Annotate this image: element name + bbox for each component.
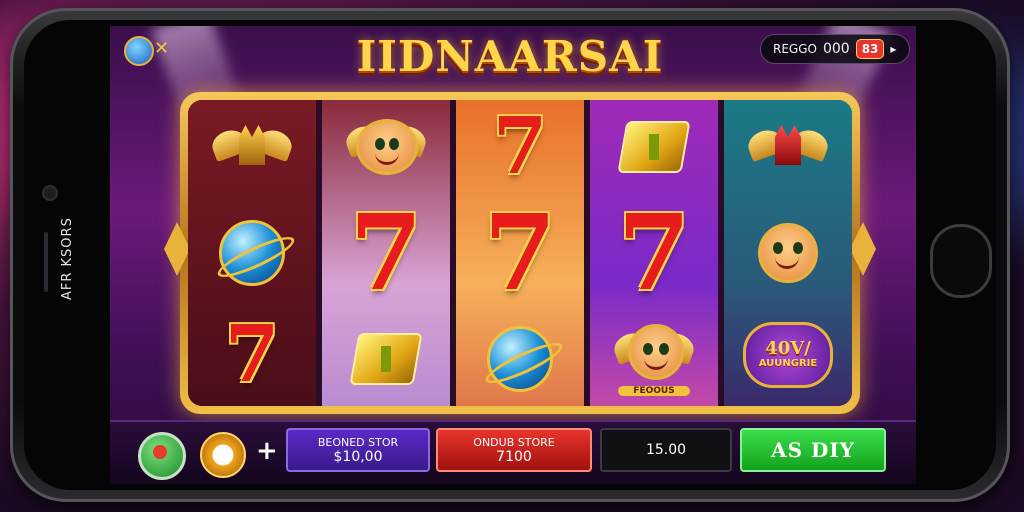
winged-cat-symbol: FEOOUS — [608, 316, 700, 402]
reel-3: 7 7 — [456, 100, 584, 406]
orb-symbol — [474, 316, 567, 402]
seven-symbol: 7 — [349, 191, 423, 314]
spin-label: AS DIY — [771, 438, 855, 462]
balance-value: 000 — [822, 41, 850, 57]
reel-5: 40V/ AUUNGRIE — [724, 100, 852, 406]
side-button[interactable] — [44, 232, 48, 292]
game-title: IIDNAARSAI — [356, 32, 664, 81]
reel-frame: 7 7 7 7 7 FEOOUS 40V/ AUUNGRIE — [164, 92, 876, 414]
chevron-right-icon[interactable]: ▸ — [890, 42, 896, 56]
balance-badge: 83 — [855, 39, 885, 59]
reels: 7 7 7 7 7 FEOOUS 40V/ AUUNGRIE — [188, 100, 852, 406]
orb-symbol — [206, 210, 299, 296]
winged-crown-symbol — [206, 108, 298, 194]
frame-ornament-left — [164, 222, 190, 276]
control-bar: + BEONED STOR $10,00 ONDUB STORE 7100 15… — [110, 420, 916, 484]
gold-bar-symbol — [340, 316, 432, 402]
winged-mask-symbol — [340, 104, 432, 190]
plus-icon[interactable]: + — [256, 436, 278, 466]
amount-panel[interactable]: 15.00 — [600, 428, 732, 472]
bet-panel[interactable]: BEONED STOR $10,00 — [286, 428, 430, 472]
reel-2: 7 — [322, 100, 450, 406]
camera-icon — [42, 185, 58, 201]
gold-bar-symbol — [608, 104, 700, 190]
winged-helmet-symbol — [742, 108, 834, 194]
cat-label: FEOOUS — [618, 386, 690, 396]
balance-label: REGGO — [773, 42, 817, 56]
seven-symbol: 7 — [224, 309, 280, 400]
seven-symbol: 7 — [492, 101, 548, 192]
reel-4: 7 FEOOUS — [590, 100, 718, 406]
win-panel[interactable]: ONDUB STORE 7100 — [436, 428, 592, 472]
autoplay-button[interactable] — [138, 432, 186, 480]
reel-1: 7 — [188, 100, 316, 406]
win-label: ONDUB STORE — [473, 435, 555, 449]
amount-value: 15.00 — [645, 442, 687, 458]
frame-ornament-right — [850, 222, 876, 276]
home-button[interactable] — [930, 224, 992, 298]
device-side-label: AFR KSORS — [60, 217, 75, 300]
sun-face-symbol — [742, 210, 834, 296]
bet-label: BEONED STOR — [317, 435, 399, 449]
seven-symbol: 7 — [483, 191, 557, 314]
bonus-symbol: 40V/ AUUNGRIE — [742, 312, 834, 398]
bonus-bottom-text: AUUNGRIE — [758, 358, 818, 370]
spin-button[interactable]: AS DIY — [740, 428, 886, 472]
game-screen: ✕ IIDNAARSAI REGGO 000 83 ▸ 7 7 7 7 7 FE… — [110, 26, 916, 484]
balance-display[interactable]: REGGO 000 83 ▸ — [760, 34, 910, 64]
win-value: 7100 — [496, 448, 532, 465]
seven-symbol: 7 — [617, 191, 691, 314]
globe-icon[interactable] — [124, 36, 154, 66]
coin-button[interactable] — [200, 432, 246, 478]
bet-value: $10,00 — [333, 448, 383, 465]
bonus-top-text: 40V/ — [765, 338, 811, 360]
close-x-icon[interactable]: ✕ — [154, 38, 169, 59]
